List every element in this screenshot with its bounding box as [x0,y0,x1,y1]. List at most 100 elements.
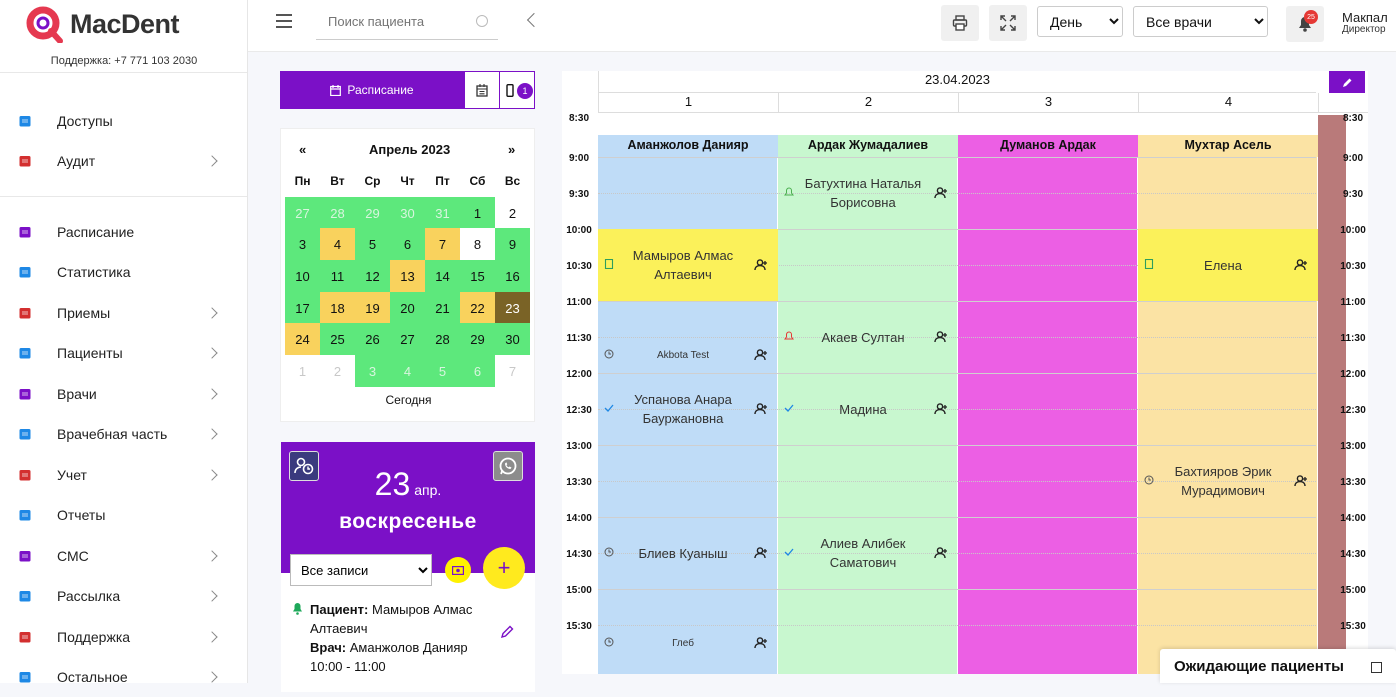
doctor-column-bg[interactable] [1138,135,1317,674]
waiting-patients-panel[interactable]: Ожидающие пациенты [1160,649,1396,683]
time-label-left: 8:30 [568,113,589,124]
calendar-day[interactable]: 28 [425,323,460,355]
calendar-day[interactable]: 7 [495,355,530,387]
column-number: 3 [958,93,1138,113]
calendar-day[interactable]: 22 [460,292,495,324]
calendar-day[interactable]: 17 [285,292,320,324]
calendar-day[interactable]: 26 [355,323,390,355]
calendar-day[interactable]: 2 [495,197,530,229]
sidebar-item-5[interactable]: Пациенты [0,333,247,373]
calendar-day[interactable]: 2 [320,355,355,387]
time-label-right: 11:00 [1340,297,1366,308]
calendar-day[interactable]: 24 [285,323,320,355]
sidebar-item-10[interactable]: СМС [0,536,247,576]
calendar-day[interactable]: 5 [425,355,460,387]
calendar-day[interactable]: 15 [460,260,495,292]
sidebar-item-12[interactable]: Поддержка [0,617,247,657]
sidebar-item-1[interactable]: Аудит [0,141,247,181]
sidebar-item-13[interactable]: Остальное [0,657,247,697]
calendar-day[interactable]: 8 [460,228,495,260]
sidebar-item-8[interactable]: Учет [0,455,247,495]
sidebar-item-0[interactable]: Доступы [0,101,247,141]
calendar-day[interactable]: 27 [390,323,425,355]
today-button[interactable]: Сегодня [281,393,536,407]
time-label-right: 8:30 [1342,113,1363,124]
sidebar-item-9[interactable]: Отчеты [0,495,247,535]
calendar-day[interactable]: 9 [495,228,530,260]
calendar-day[interactable]: 4 [320,228,355,260]
calendar-day[interactable]: 30 [495,323,530,355]
calendar-day[interactable]: 4 [390,355,425,387]
doctor-column-bg[interactable] [958,135,1137,674]
calendar-day[interactable]: 1 [285,355,320,387]
calendar-day[interactable]: 19 [355,292,390,324]
patient-search-input[interactable] [316,4,498,40]
calendar-day[interactable]: 13 [390,260,425,292]
add-appointment-button[interactable]: + [483,547,525,589]
calendar-day[interactable]: 1 [460,197,495,229]
calendar-day[interactable]: 29 [460,323,495,355]
appointment-block[interactable]: Батухтина Наталья Борисовна [778,157,958,229]
appointment-patient-name: Елена [1204,257,1242,273]
appointment-block[interactable]: Алиев Алибек Саматович [778,517,958,589]
calendar-day[interactable]: 10 [285,260,320,292]
appointment-block[interactable]: Акаев Султан [778,301,958,373]
calendar-day[interactable]: 16 [495,260,530,292]
cash-button[interactable] [445,557,471,583]
menu-toggle-icon[interactable] [276,14,292,28]
appointment-block[interactable]: Мамыров Алмас Алтаевич [598,229,778,301]
calendar-day[interactable]: 29 [355,197,390,229]
edit-pencil-icon[interactable] [500,625,514,639]
calendar-day[interactable]: 30 [390,197,425,229]
appointment-block[interactable]: Елена [1138,229,1318,301]
divider [0,72,247,73]
calendar-day-selected[interactable]: 23 [495,292,530,324]
calendar-day[interactable]: 3 [355,355,390,387]
sidebar-item-7[interactable]: Врачебная часть [0,414,247,454]
sidebar-item-2[interactable]: Расписание [0,212,247,252]
search-icon[interactable] [476,15,488,27]
calendar-day[interactable]: 18 [320,292,355,324]
edit-schedule-button[interactable] [1329,71,1365,93]
calendar-prev-button[interactable]: « [299,142,306,157]
expand-icon [1000,15,1016,31]
calendar-day[interactable]: 31 [425,197,460,229]
calendar-next-button[interactable]: » [508,142,515,157]
mobile-button[interactable]: 1 [499,71,535,109]
schedule-tab-button[interactable]: Расписание [280,71,464,109]
calendar-day[interactable]: 12 [355,260,390,292]
print-button[interactable] [941,5,979,41]
calendar-day[interactable]: 7 [425,228,460,260]
appointment-block[interactable]: Блиев Куаныш [598,517,778,589]
calendar-day[interactable]: 20 [390,292,425,324]
doctor-filter-select[interactable]: Все врачи [1133,6,1268,37]
calendar-day[interactable]: 25 [320,323,355,355]
time-label-left: 13:30 [566,477,592,488]
calendar-day[interactable]: 5 [355,228,390,260]
appointment-block[interactable]: Глеб [598,625,778,661]
sidebar-item-3[interactable]: Статистика [0,252,247,292]
appointment-block[interactable]: Успанова Анара Бауржановна [598,373,778,445]
calendar-day[interactable]: 6 [390,228,425,260]
fullscreen-button[interactable] [989,5,1027,41]
records-filter-select[interactable]: Все записи [290,554,432,586]
sidebar-item-11[interactable]: Рассылка [0,576,247,616]
calendar-day[interactable]: 21 [425,292,460,324]
logo[interactable]: MacDent [26,4,180,44]
window-restore-icon[interactable] [1371,662,1382,673]
calendar-day[interactable]: 28 [320,197,355,229]
collapse-chevron-icon[interactable] [526,12,542,28]
calendar-day[interactable]: 27 [285,197,320,229]
calendar-day[interactable]: 3 [285,228,320,260]
view-mode-select[interactable]: День [1037,6,1123,37]
appointment-block[interactable]: Бахтияров Эрик Мурадимович [1138,445,1318,517]
calendar-day[interactable]: 6 [460,355,495,387]
calendar-list-button[interactable] [464,71,500,109]
sidebar-item-6[interactable]: Врачи [0,374,247,414]
calendar-day[interactable]: 11 [320,260,355,292]
user-name[interactable]: Макпал [1342,10,1388,25]
calendar-day[interactable]: 14 [425,260,460,292]
appointment-block[interactable]: Akbota Test [598,337,778,373]
appointment-block[interactable]: Мадина [778,373,958,445]
sidebar-item-4[interactable]: Приемы [0,293,247,333]
